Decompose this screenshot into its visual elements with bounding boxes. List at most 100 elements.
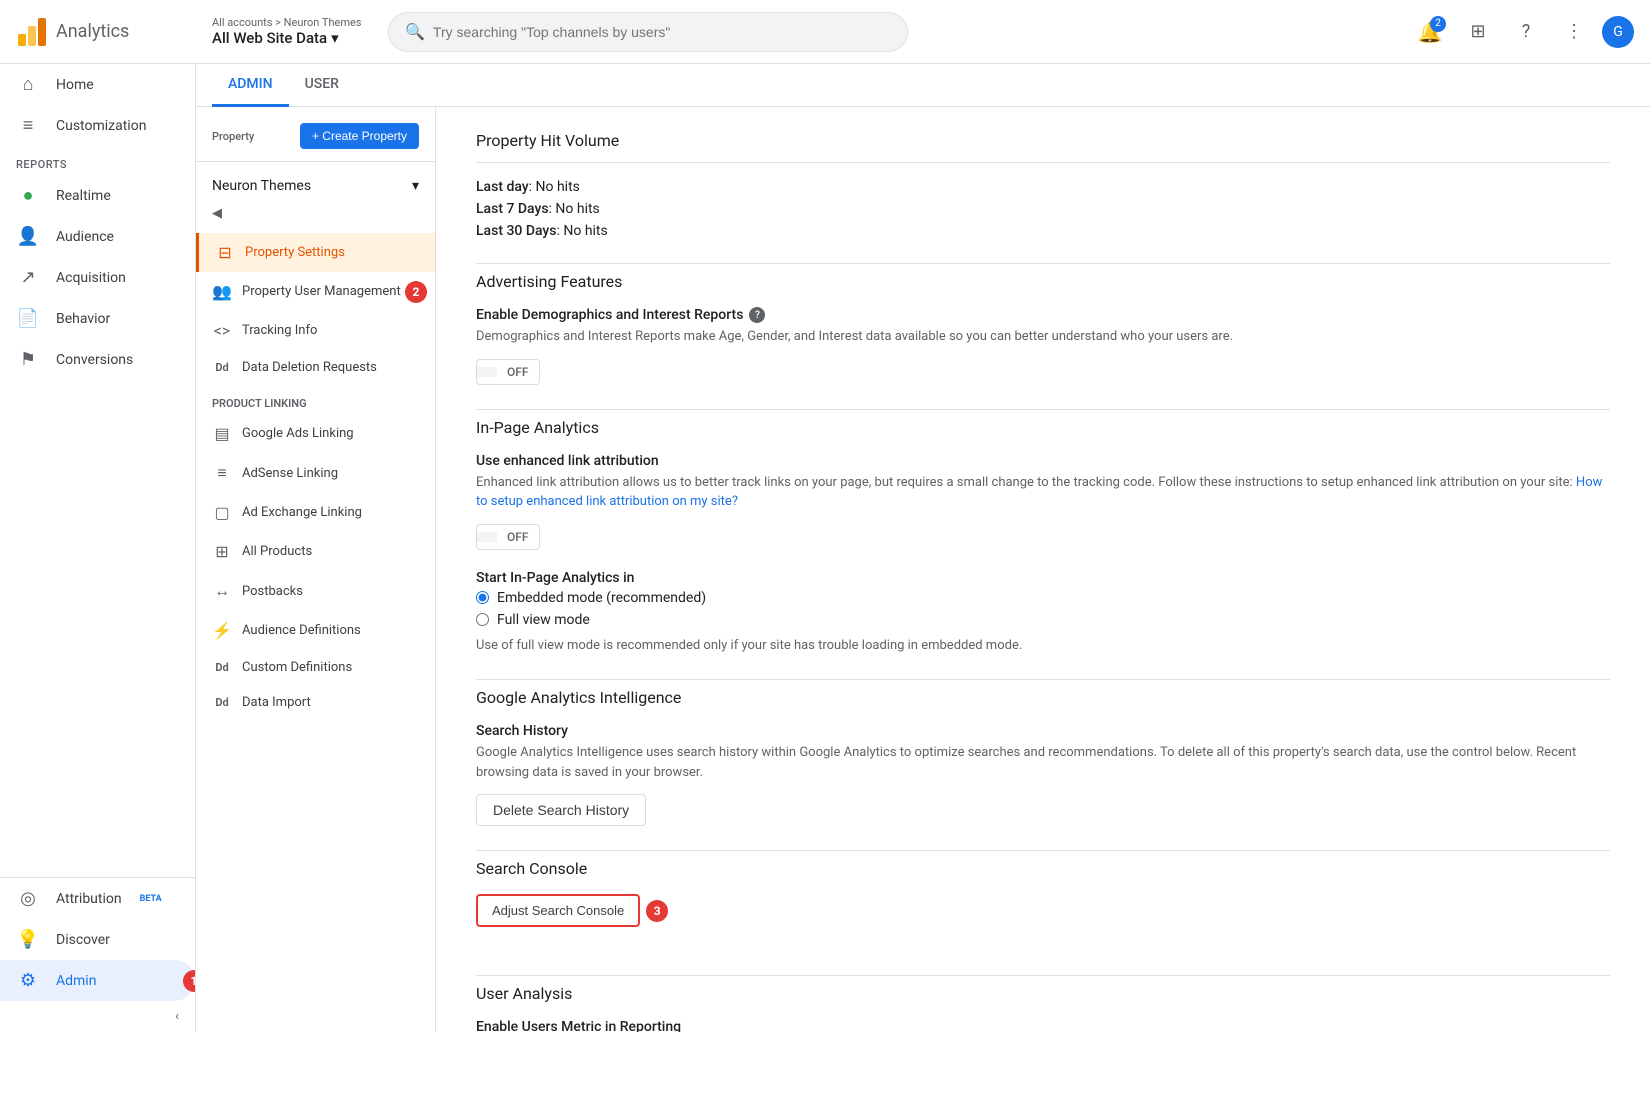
product-linking-label: PRODUCT LINKING	[196, 385, 435, 414]
sidebar-item-customization[interactable]: ≡ Customization	[0, 105, 195, 146]
sidebar-item-realtime[interactable]: ● Realtime	[0, 175, 195, 216]
analytics-logo-icon	[16, 16, 48, 48]
toggle-left-demographics[interactable]	[477, 367, 497, 377]
sidebar-item-attribution[interactable]: ◎ Attribution BETA	[0, 878, 195, 919]
tab-admin[interactable]: ADMIN	[212, 64, 289, 107]
link-attr-toggle-control[interactable]: OFF	[476, 524, 540, 550]
sidebar-item-audience[interactable]: 👤 Audience	[0, 216, 195, 257]
sidebar-item-home[interactable]: ⌂ Home	[0, 64, 195, 105]
property-selector: Property + Create Property	[196, 119, 435, 162]
tab-user[interactable]: USER	[289, 64, 355, 107]
more-options-button[interactable]: ⋮	[1554, 12, 1594, 52]
avatar[interactable]: G	[1602, 16, 1634, 48]
nav-item-adsense[interactable]: ≡ AdSense Linking	[196, 453, 435, 493]
annotation-2: 2	[405, 281, 427, 303]
property-dropdown[interactable]: Neuron Themes ▾	[196, 170, 435, 202]
breadcrumb-bottom[interactable]: All Web Site Data ▾	[212, 29, 372, 47]
sidebar-collapse-button[interactable]: ‹	[0, 1001, 195, 1032]
nav-label-audience-definitions: Audience Definitions	[242, 623, 361, 638]
behavior-icon: 📄	[16, 308, 40, 329]
nav-item-data-deletion[interactable]: Dd Data Deletion Requests	[196, 350, 435, 385]
start-inpage-title: Start In-Page Analytics in	[476, 570, 1610, 586]
search-bar[interactable]: 🔍	[388, 12, 908, 52]
notification-badge: 2	[1430, 16, 1446, 32]
sidebar-label-admin: Admin	[56, 973, 96, 989]
delete-search-history-button[interactable]: Delete Search History	[476, 794, 646, 826]
back-button[interactable]: ◀	[204, 202, 230, 225]
sidebar-label-realtime: Realtime	[56, 188, 111, 204]
ad-exchange-icon: ▢	[212, 503, 232, 522]
search-history-title: Search History	[476, 723, 1610, 739]
last-7-label: Last 7 Days	[476, 201, 549, 217]
nav-label-custom-definitions: Custom Definitions	[242, 660, 352, 675]
app-title: Analytics	[56, 21, 129, 42]
sidebar-item-discover[interactable]: 💡 Discover	[0, 919, 195, 960]
search-history-desc: Google Analytics Intelligence uses searc…	[476, 743, 1610, 782]
nav-item-audience-definitions[interactable]: ⚡ Audience Definitions	[196, 611, 435, 650]
sidebar-label-conversions: Conversions	[56, 352, 133, 368]
user-analysis-section-header: User Analysis	[476, 975, 1610, 1003]
demographics-desc: Demographics and Interest Reports make A…	[476, 327, 1610, 347]
sidebar-item-conversions[interactable]: ⚑ Conversions	[0, 339, 195, 380]
advertising-section-header: Advertising Features	[476, 263, 1610, 291]
breadcrumb-top: All accounts > Neuron Themes	[212, 16, 372, 29]
nav-label-data-import: Data Import	[242, 695, 311, 710]
inpage-mode-radio-group: Embedded mode (recommended) Full view mo…	[476, 590, 1610, 628]
nav-item-google-ads[interactable]: ▤ Google Ads Linking	[196, 414, 435, 453]
custom-definitions-icon: Dd	[212, 661, 232, 674]
users-metric-title: Enable Users Metric in Reporting	[476, 1019, 1610, 1032]
annotation-3: 3	[646, 900, 668, 922]
admin-body-row: Property + Create Property Neuron Themes…	[196, 107, 1650, 1032]
embedded-mode-option[interactable]: Embedded mode (recommended)	[476, 590, 1610, 606]
sidebar-item-admin[interactable]: ⚙ Admin 1	[0, 960, 195, 1001]
demographics-toggle[interactable]: OFF	[476, 359, 1610, 385]
toggle-off-label-demographics[interactable]: OFF	[497, 360, 539, 384]
nav-label-google-ads: Google Ads Linking	[242, 426, 354, 441]
help-button[interactable]: ?	[1506, 12, 1546, 52]
nav-label-all-products: All Products	[242, 544, 312, 559]
sidebar-item-behavior[interactable]: 📄 Behavior	[0, 298, 195, 339]
nav-item-all-products[interactable]: ⊞ All Products	[196, 532, 435, 571]
full-view-radio[interactable]	[476, 613, 489, 626]
audience-definitions-icon: ⚡	[212, 621, 232, 640]
nav-item-property-user-management[interactable]: 👥 Property User Management 2	[196, 272, 435, 311]
collapse-icon: ‹	[175, 1009, 179, 1024]
postbacks-icon: ↔	[212, 581, 232, 601]
last-30-stat: Last 30 Days: No hits	[476, 223, 1610, 239]
create-property-button[interactable]: + Create Property	[300, 123, 419, 149]
nav-item-data-import[interactable]: Dd Data Import	[196, 685, 435, 720]
admin-tabs-bar: ADMIN USER	[196, 64, 1650, 107]
nav-item-property-settings[interactable]: ⊟ Property Settings	[196, 233, 435, 272]
notifications-button[interactable]: 🔔 2	[1410, 12, 1450, 52]
home-icon: ⌂	[16, 74, 40, 95]
nav-label-postbacks: Postbacks	[242, 584, 303, 599]
apps-button[interactable]: ⊞	[1458, 12, 1498, 52]
nav-item-postbacks[interactable]: ↔ Postbacks	[196, 571, 435, 611]
annotation-1: 1	[183, 970, 196, 992]
admin-icon: ⚙	[16, 970, 40, 991]
nav-item-custom-definitions[interactable]: Dd Custom Definitions	[196, 650, 435, 685]
full-view-desc: Use of full view mode is recommended onl…	[476, 636, 1610, 656]
sidebar-label-discover: Discover	[56, 932, 110, 948]
adjust-search-console-button[interactable]: Adjust Search Console	[476, 894, 640, 927]
nav-item-tracking-info[interactable]: <> Tracking Info	[196, 311, 435, 350]
customization-icon: ≡	[16, 115, 40, 136]
nav-item-ad-exchange[interactable]: ▢ Ad Exchange Linking	[196, 493, 435, 532]
admin-panel: ADMIN USER Property + Create Property Ne…	[196, 64, 1650, 1032]
intelligence-section-header: Google Analytics Intelligence	[476, 679, 1610, 707]
sidebar-bottom: ◎ Attribution BETA 💡 Discover ⚙ Admin 1 …	[0, 877, 195, 1032]
demographics-toggle-control[interactable]: OFF	[476, 359, 540, 385]
toggle-off-label-linkattr[interactable]: OFF	[497, 525, 539, 549]
last-7-value: No hits	[555, 201, 599, 217]
demographics-help-icon[interactable]: ?	[749, 307, 765, 323]
toggle-left-linkattr[interactable]	[477, 532, 497, 542]
settings-content: Property Hit Volume Last day: No hits La…	[436, 107, 1650, 1032]
search-input[interactable]	[433, 24, 891, 40]
embedded-mode-radio[interactable]	[476, 591, 489, 604]
attribution-icon: ◎	[16, 888, 40, 909]
sidebar-item-acquisition[interactable]: ↗ Acquisition	[0, 257, 195, 298]
realtime-icon: ●	[16, 185, 40, 206]
sidebar-label-attribution: Attribution	[56, 891, 122, 907]
full-view-option[interactable]: Full view mode	[476, 612, 1610, 628]
link-attr-toggle[interactable]: OFF	[476, 524, 1610, 550]
